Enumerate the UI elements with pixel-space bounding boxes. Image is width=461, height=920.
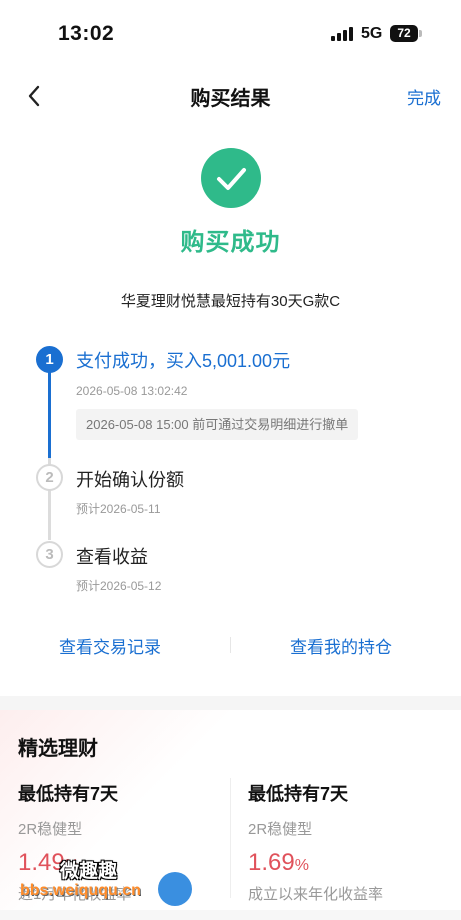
rate-unit: %: [294, 857, 309, 874]
step-2-date: 预计2026-05-11: [76, 502, 161, 516]
battery-tip: [419, 30, 422, 37]
card-rate: 1.69%: [248, 849, 448, 877]
step-line-active: [48, 372, 51, 458]
mascot-icon: [158, 872, 192, 906]
step-3-date: 预计2026-05-12: [76, 579, 162, 593]
card-name: 最低持有7天: [18, 784, 119, 804]
step-3-badge: 3: [36, 541, 63, 568]
progress-steps: 1 支付成功，买入5,001.00元 2026-05-08 13:02:42 2…: [0, 340, 461, 600]
section-gap: [0, 696, 461, 710]
success-title: 购买成功: [180, 229, 281, 256]
check-icon: [201, 148, 261, 208]
signal-icon: [331, 27, 353, 41]
divider: [230, 637, 231, 653]
status-bar: 13:02 5G 72: [0, 0, 461, 68]
step-2-badge: 2: [36, 464, 63, 491]
step-1-badge: 1: [36, 346, 63, 373]
chevron-left-icon: [28, 85, 40, 107]
card-desc: 成立以来年化收益率: [248, 886, 384, 903]
watermark-logo-text: 微趣趣: [60, 861, 118, 882]
view-holdings-link[interactable]: 查看我的持仓: [290, 633, 392, 658]
step-1-title: 支付成功，买入5,001.00元: [76, 351, 291, 371]
section-title: 精选理财: [18, 738, 98, 760]
card-risk: 2R稳健型: [248, 821, 313, 838]
watermark-url: bbs.weiququ.cn: [20, 882, 141, 899]
done-button[interactable]: 完成: [407, 84, 441, 109]
page-title: 购买结果: [190, 88, 271, 110]
product-card-2[interactable]: 最低持有7天 2R稳健型 1.69% 成立以来年化收益率: [248, 780, 448, 904]
status-time: 13:02: [58, 22, 115, 45]
view-records-link[interactable]: 查看交易记录: [59, 633, 161, 658]
battery-icon: 72: [390, 25, 418, 42]
network-type: 5G: [361, 25, 383, 42]
step-3-title: 查看收益: [76, 547, 148, 567]
card-name: 最低持有7天: [248, 784, 349, 804]
rate-value: 1.69: [248, 849, 295, 876]
product-name: 华夏理财悦慧最短持有30天G款C: [120, 293, 341, 310]
cancel-note: 2026-05-08 15:00 前可通过交易明细进行撤单: [76, 409, 359, 440]
action-links: 查看交易记录 查看我的持仓: [0, 625, 461, 665]
watermark: 微趣趣 bbs.weiququ.cn: [20, 852, 200, 912]
nav-bar: 购买结果 完成: [0, 68, 461, 124]
card-divider: [230, 778, 231, 898]
card-risk: 2R稳健型: [18, 821, 83, 838]
step-2-title: 开始确认份额: [76, 470, 184, 490]
step-1-time: 2026-05-08 13:02:42: [76, 384, 188, 398]
back-button[interactable]: [22, 82, 48, 110]
